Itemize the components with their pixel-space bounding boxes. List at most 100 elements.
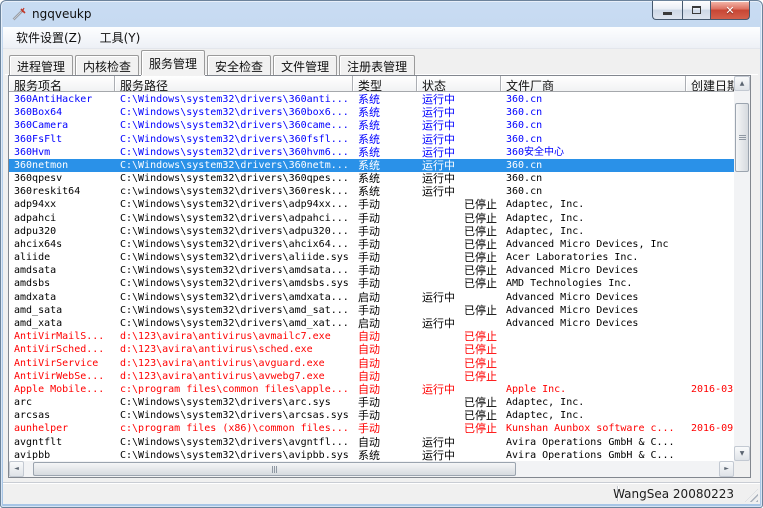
cell-path: d:\123\avira\antivirus\avmailc7.exe (115, 330, 353, 343)
table-row[interactable]: amd_sataC:\Windows\system32\drivers\amd_… (9, 304, 734, 317)
cell-name: adp94xx (9, 198, 115, 211)
table-row[interactable]: 360CameraC:\Windows\system32\drivers\360… (9, 119, 734, 132)
cell-vendor: 360.cn (501, 106, 686, 119)
cell-name: 360Camera (9, 119, 115, 132)
table-row[interactable]: AntiVirServiced:\123\avira\antivirus\avg… (9, 356, 734, 369)
table-row[interactable]: aliideC:\Windows\system32\drivers\aliide… (9, 251, 734, 264)
column-header-2[interactable]: 类型 (353, 76, 417, 91)
table-row[interactable]: 360qpesvC:\Windows\system32\drivers\360q… (9, 172, 734, 185)
cell-name: 360AntiHacker (9, 93, 115, 106)
cell-type: 手动 (353, 225, 417, 238)
table-row[interactable]: amdxataC:\Windows\system32\drivers\amdxa… (9, 291, 734, 304)
table-row[interactable]: 360netmonC:\Windows\system32\drivers\360… (9, 159, 734, 172)
column-header-1[interactable]: 服务路径 (115, 76, 353, 91)
cell-name: 360Box64 (9, 106, 115, 119)
cell-name: arcsas (9, 409, 115, 422)
table-row[interactable]: arcsasC:\Windows\system32\drivers\arcsas… (9, 409, 734, 422)
title-bar[interactable]: ngqveukp ✕ (0, 0, 763, 27)
cell-name: amdsbs (9, 277, 115, 290)
cell-type: 手动 (353, 422, 417, 435)
column-header-0[interactable]: 服务项名 (9, 76, 115, 91)
cell-status: 运行中 (417, 449, 501, 462)
table-row[interactable]: adpu320C:\Windows\system32\drivers\adpu3… (9, 225, 734, 238)
column-header-4[interactable]: 文件厂商 (501, 76, 686, 91)
table-row[interactable]: 360AntiHackerC:\Windows\system32\drivers… (9, 93, 734, 106)
cell-path: d:\123\avira\antivirus\avwebg7.exe (115, 370, 353, 383)
tab-0[interactable]: 进程管理 (9, 55, 73, 75)
cell-status: 运行中 (417, 146, 501, 159)
close-button[interactable]: ✕ (710, 1, 750, 20)
column-header-3[interactable]: 状态 (417, 76, 501, 91)
tab-3[interactable]: 安全检查 (207, 55, 271, 75)
cell-type: 手动 (353, 251, 417, 264)
cell-path: C:\Windows\system32\drivers\avipbb.sys (115, 449, 353, 462)
scrollbar-corner (734, 461, 750, 477)
cell-path: c:\program files\common files\apple... (115, 383, 353, 396)
table-row[interactable]: Apple Mobile...c:\program files\common f… (9, 383, 734, 396)
cell-vendor: 360.cn (501, 159, 686, 172)
cell-type: 手动 (353, 212, 417, 225)
cell-path: C:\Windows\system32\drivers\arc.sys (115, 396, 353, 409)
cell-path: C:\Windows\system32\drivers\amdsbs.sys (115, 277, 353, 290)
cell-path: C:\Windows\system32\drivers\360anti... (115, 93, 353, 106)
menu-bar: 软件设置(Z)工具(Y) (3, 27, 760, 49)
cell-type: 手动 (353, 238, 417, 251)
table-row[interactable]: 360Box64C:\Windows\system32\drivers\360b… (9, 106, 734, 119)
menu-item-0[interactable]: 软件设置(Z) (7, 26, 91, 49)
scroll-left-button[interactable]: ◄ (9, 461, 24, 477)
scroll-down-button[interactable]: ▼ (734, 446, 750, 461)
table-row[interactable]: avipbbC:\Windows\system32\drivers\avipbb… (9, 449, 734, 462)
tab-2[interactable]: 服务管理 (141, 50, 205, 75)
table-row[interactable]: amdsataC:\Windows\system32\drivers\amdsa… (9, 264, 734, 277)
cell-name: 360qpesv (9, 172, 115, 185)
cell-type: 系统 (353, 146, 417, 159)
cell-type: 系统 (353, 133, 417, 146)
horizontal-scrollbar[interactable]: ◄ ► (9, 461, 734, 477)
scroll-up-button[interactable]: ▲ (734, 76, 750, 91)
table-row[interactable]: amdsbsC:\Windows\system32\drivers\amdsbs… (9, 277, 734, 290)
maximize-button[interactable] (682, 1, 710, 20)
vertical-scrollbar-thumb[interactable] (735, 103, 749, 172)
tab-5[interactable]: 注册表管理 (339, 55, 415, 75)
cell-vendor: Advanced Micro Devices, Inc (501, 238, 686, 251)
cell-name: 360FsFlt (9, 133, 115, 146)
cell-status: 运行中 (417, 159, 501, 172)
cell-name: AntiVirMailS... (9, 330, 115, 343)
table-row[interactable]: adpahciC:\Windows\system32\drivers\adpah… (9, 212, 734, 225)
cell-status: 运行中 (417, 291, 501, 304)
cell-path: C:\Windows\system32\drivers\adpu320... (115, 225, 353, 238)
cell-path: C:\Windows\system32\drivers\arcsas.sys (115, 409, 353, 422)
cell-name: avipbb (9, 449, 115, 462)
minimize-button[interactable] (652, 1, 682, 20)
cell-status: 已停止 (417, 357, 501, 370)
vertical-scrollbar[interactable]: ▲ ▼ (734, 76, 750, 461)
menu-item-1[interactable]: 工具(Y) (91, 26, 150, 49)
table-row[interactable]: adp94xxC:\Windows\system32\drivers\adp94… (9, 198, 734, 211)
cell-status: 已停止 (417, 198, 501, 211)
table-row[interactable]: 360reskit64c:\windows\system32\drivers\3… (9, 185, 734, 198)
tab-1[interactable]: 内核检查 (75, 55, 139, 75)
scroll-right-button[interactable]: ► (719, 461, 734, 477)
resize-grip-icon[interactable] (745, 489, 758, 502)
table-row[interactable]: aunhelperc:\program files (x86)\common f… (9, 422, 734, 435)
table-row[interactable]: avgntfltC:\Windows\system32\drivers\avgn… (9, 435, 734, 448)
cell-date: 2016-03 (686, 383, 734, 396)
table-row[interactable]: amd_xataC:\Windows\system32\drivers\amd_… (9, 317, 734, 330)
horizontal-scrollbar-thumb[interactable] (33, 462, 516, 476)
table-row[interactable]: AntiVirSched...d:\123\avira\antivirus\sc… (9, 343, 734, 356)
table-row[interactable]: 360FsFltC:\Windows\system32\drivers\360f… (9, 133, 734, 146)
tab-4[interactable]: 文件管理 (273, 55, 337, 75)
cell-status: 运行中 (417, 185, 501, 198)
column-header-5[interactable]: 创建日期 (686, 76, 734, 91)
table-row[interactable]: arcC:\Windows\system32\drivers\arc.sys手动… (9, 396, 734, 409)
cell-status: 运行中 (417, 133, 501, 146)
table-row[interactable]: AntiVirWebSe...d:\123\avira\antivirus\av… (9, 370, 734, 383)
cell-name: AntiVirService (9, 357, 115, 370)
table-row[interactable]: ahcix64sC:\Windows\system32\drivers\ahci… (9, 238, 734, 251)
cell-name: ahcix64s (9, 238, 115, 251)
table-row[interactable]: AntiVirMailS...d:\123\avira\antivirus\av… (9, 330, 734, 343)
cell-path: c:\program files (x86)\common files... (115, 422, 353, 435)
cell-vendor: 360安全中心 (501, 146, 686, 159)
table-row[interactable]: 360HvmC:\Windows\system32\drivers\360hvm… (9, 146, 734, 159)
cell-status: 运行中 (417, 119, 501, 132)
